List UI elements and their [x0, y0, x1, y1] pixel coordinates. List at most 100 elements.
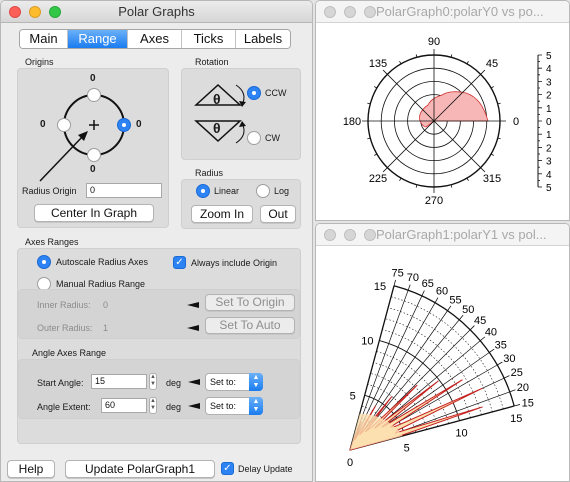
graph1-radius-label-left: 10	[361, 336, 373, 348]
graph0-radius-label: 1	[546, 130, 552, 141]
zoom-icon[interactable]	[364, 6, 376, 18]
graph0-angle-label-45: 45	[486, 58, 498, 70]
graph0-radius-label: 0	[546, 117, 552, 128]
tab-labels[interactable]: Labels	[236, 30, 290, 48]
tab-main[interactable]: Main	[20, 30, 68, 48]
graph0-angle-tick	[382, 167, 388, 173]
radius-group: Linear Log Zoom In Out	[181, 179, 301, 229]
update-graph-button[interactable]: Update PolarGraph1	[65, 460, 215, 478]
set-to-origin-button[interactable]: Set To Origin	[205, 294, 295, 311]
start-angle-field[interactable]: 15	[91, 374, 147, 389]
graph0-angle-tick	[399, 61, 402, 65]
graph0-radius-label: 5	[546, 183, 552, 194]
radius-label: Radius	[195, 168, 224, 178]
graph0-radius-label: 2	[546, 143, 552, 154]
minimize-icon[interactable]	[344, 229, 356, 241]
graph1-angle-label: 55	[449, 294, 461, 306]
help-button[interactable]: Help	[7, 460, 55, 478]
radius-origin-field[interactable]: 0	[86, 183, 162, 198]
arrow-left-icon	[188, 403, 200, 409]
close-icon[interactable]	[324, 229, 336, 241]
cw-label: CW	[265, 133, 280, 143]
graph0-angle-tick	[374, 86, 378, 89]
linear-radio[interactable]	[196, 184, 210, 198]
chevron-updown-icon: ▲ ▼	[249, 397, 263, 415]
graph1-angle-label: 25	[511, 367, 523, 379]
graph1-angle-tick	[407, 284, 411, 291]
origin-top-radio[interactable]	[87, 88, 101, 102]
origin-left-radio[interactable]	[57, 118, 71, 132]
set-to-auto-button[interactable]: Set To Auto	[205, 317, 295, 334]
start-angle-stepper[interactable]: ▲ ▼	[149, 373, 157, 390]
graph1-title: PolarGraph1:polarY1 vs pol...	[376, 227, 547, 242]
minimize-icon[interactable]	[344, 6, 356, 18]
rotation-theta-upper: θ	[213, 91, 221, 107]
graph0-angle-label-0: 0	[513, 116, 519, 128]
zoom-in-button[interactable]: Zoom In	[191, 205, 253, 223]
angle-extent-set-to-popup[interactable]: Set to: ▲ ▼	[205, 397, 263, 415]
polar-graphs-panel: Polar Graphs Main Range Axes Ticks Label…	[0, 0, 313, 482]
graph1-angle-tick	[509, 389, 516, 393]
origin-left-value: 0	[40, 119, 46, 130]
angle-extent-label: Angle Extent:	[37, 402, 91, 412]
log-radio[interactable]	[256, 184, 270, 198]
graph1-angle-tick	[421, 290, 425, 297]
graph0-angle-label-180: 180	[343, 116, 361, 128]
tab-axes[interactable]: Axes	[128, 30, 182, 48]
origin-bottom-value: 0	[90, 164, 96, 175]
angle-extent-stepper[interactable]: ▲ ▼	[149, 397, 157, 414]
origin-right-radio[interactable]	[117, 118, 131, 132]
origin-top-value: 0	[90, 73, 96, 84]
graph0-angle-tick	[490, 86, 494, 89]
delay-update-checkbox[interactable]: ✓	[221, 462, 234, 475]
rotation-label: Rotation	[195, 57, 229, 67]
close-icon[interactable]	[324, 6, 336, 18]
graph1-radius-label-top: 15	[374, 281, 386, 293]
autoscale-radio[interactable]	[37, 255, 51, 269]
graph0-radius-label: 4	[546, 64, 552, 75]
ccw-radio[interactable]	[247, 86, 261, 100]
graph1-angle-tick	[393, 279, 396, 286]
start-set-to-label: Set to:	[210, 377, 237, 387]
graph0-titlebar[interactable]: PolarGraph0:polarY0 vs po...	[316, 1, 569, 23]
graph1-titlebar[interactable]: PolarGraph1:polarY1 vs pol...	[316, 224, 569, 246]
cw-radio[interactable]	[247, 131, 261, 145]
panel-titlebar[interactable]: Polar Graphs	[1, 1, 312, 23]
graph0-angle-label-225: 225	[369, 173, 387, 185]
graph1-angle-label: 15	[522, 397, 534, 409]
graph1-radius-label-bottom: 10	[455, 428, 467, 440]
zoom-icon[interactable]	[364, 229, 376, 241]
graph1-angle-tick	[497, 361, 503, 366]
manual-range-subgroup: Inner Radius: 0 Set To Origin Outer Radi…	[18, 289, 300, 339]
graph1-angle-label: 45	[474, 315, 486, 327]
polar-graph1-window: PolarGraph1:polarY1 vs pol... 75 70 65 60 55…	[315, 223, 570, 482]
linear-label: Linear	[214, 186, 240, 196]
axes-ranges-label: Axes Ranges	[25, 237, 79, 247]
graph0-radius-label: 5	[546, 51, 552, 62]
graph1-angle-label: 60	[436, 286, 448, 298]
graph1-angle-tick	[434, 297, 439, 303]
graph0-angle-tick	[399, 177, 402, 181]
tab-range[interactable]: Range	[68, 30, 128, 48]
outer-radius-value: 1	[103, 323, 109, 333]
graph0-angle-tick	[382, 69, 388, 75]
graph1-angle-tick	[447, 305, 452, 311]
graph1-angle-label: 50	[462, 304, 474, 316]
out-button[interactable]: Out	[260, 205, 296, 223]
angle-extent-field[interactable]: 60	[101, 398, 147, 413]
center-in-graph-button[interactable]: Center In Graph	[34, 204, 154, 222]
origin-bottom-radio[interactable]	[87, 148, 101, 162]
inner-radius-label: Inner Radius:	[37, 300, 91, 310]
graph0-angle-label-90: 90	[428, 36, 440, 48]
always-origin-checkbox[interactable]: ✓	[173, 256, 186, 269]
arrow-left-icon	[187, 325, 199, 331]
graph1-origin-label: 0	[347, 457, 353, 469]
start-angle-set-to-popup[interactable]: Set to: ▲ ▼	[205, 373, 263, 391]
ccw-label: CCW	[265, 88, 287, 98]
tab-ticks[interactable]: Ticks	[182, 30, 236, 48]
angle-range-label: Angle Axes Range	[32, 348, 107, 358]
graph0-angle-tick	[466, 61, 469, 65]
graph1-angle-tick	[503, 375, 510, 379]
graph0-angle-tick	[374, 153, 378, 156]
manual-label: Manual Radius Range	[56, 279, 146, 289]
